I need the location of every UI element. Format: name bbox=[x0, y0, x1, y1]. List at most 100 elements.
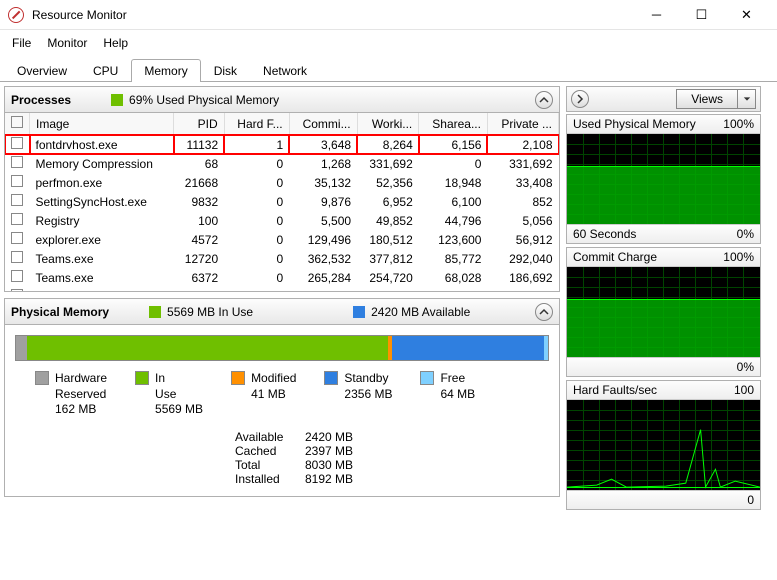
menu-help[interactable]: Help bbox=[95, 32, 136, 54]
chart-canvas bbox=[567, 400, 760, 490]
tab-cpu[interactable]: CPU bbox=[80, 59, 131, 82]
membar-segment bbox=[27, 336, 389, 360]
membar-segment bbox=[392, 336, 544, 360]
table-row[interactable]: Registry10005,50049,85244,7965,056 bbox=[5, 211, 559, 230]
row-checkbox[interactable] bbox=[11, 232, 23, 244]
table-cell: 123,600 bbox=[419, 230, 488, 249]
table-row[interactable]: fontdrvhost.exe1113213,6488,2646,1562,10… bbox=[5, 135, 559, 155]
table-cell: 56,912 bbox=[487, 230, 558, 249]
minimize-button[interactable]: ─ bbox=[634, 0, 679, 30]
table-cell: 0 bbox=[224, 211, 289, 230]
memory-legend: HardwareReserved162 MBInUse5569 MBModifi… bbox=[35, 371, 549, 418]
right-panel-header: Views bbox=[566, 86, 761, 112]
col-header[interactable]: Sharea... bbox=[419, 113, 488, 135]
table-row[interactable]: perfmon.exe21668035,13252,35618,94833,40… bbox=[5, 173, 559, 192]
stat-value: 8030 MB bbox=[305, 458, 353, 472]
row-checkbox[interactable] bbox=[11, 156, 23, 168]
col-header[interactable]: Commi... bbox=[289, 113, 357, 135]
table-row[interactable]: Teams.exe127200362,532377,81285,772292,0… bbox=[5, 249, 559, 268]
stat-label: Cached bbox=[235, 444, 305, 458]
physmem-panel: Physical Memory 5569 MB In Use 2420 MB A… bbox=[4, 298, 560, 497]
table-cell: 6,100 bbox=[419, 192, 488, 211]
col-header[interactable]: Image bbox=[30, 113, 174, 135]
app-icon bbox=[8, 7, 24, 23]
row-checkbox[interactable] bbox=[11, 175, 23, 187]
table-cell: 3,648 bbox=[289, 135, 357, 155]
processes-table: ImagePIDHard F...Commi...Worki...Sharea.… bbox=[5, 113, 559, 291]
legend-item: HardwareReserved162 MB bbox=[35, 371, 107, 418]
table-cell: 52,356 bbox=[357, 173, 419, 192]
chart-foot-left: 60 Seconds bbox=[573, 227, 636, 241]
table-cell: 4572 bbox=[174, 230, 225, 249]
row-checkbox[interactable] bbox=[11, 270, 23, 282]
stat-label: Total bbox=[235, 458, 305, 472]
table-cell: 13952 bbox=[174, 287, 225, 291]
legend-item: Free64 MB bbox=[420, 371, 475, 418]
tab-disk[interactable]: Disk bbox=[201, 59, 250, 82]
table-row[interactable]: SettingSyncHost.exe983209,8766,9526,1008… bbox=[5, 192, 559, 211]
table-cell: 1,268 bbox=[289, 154, 357, 173]
table-cell: 9,876 bbox=[289, 192, 357, 211]
membar-segment bbox=[544, 336, 548, 360]
tab-network[interactable]: Network bbox=[250, 59, 320, 82]
legend-label: HardwareReserved bbox=[55, 371, 107, 402]
table-cell: 5,500 bbox=[289, 211, 357, 230]
table-row[interactable]: Memory Compression6801,268331,6920331,69… bbox=[5, 154, 559, 173]
close-button[interactable]: ✕ bbox=[724, 0, 769, 30]
legend-swatch bbox=[35, 371, 49, 385]
table-cell: 8,264 bbox=[357, 135, 419, 155]
table-cell: 12720 bbox=[174, 249, 225, 268]
table-cell: 35,132 bbox=[289, 173, 357, 192]
tab-memory[interactable]: Memory bbox=[131, 59, 200, 82]
col-header[interactable]: Hard F... bbox=[224, 113, 289, 135]
col-header[interactable]: Worki... bbox=[357, 113, 419, 135]
mem-use-text: 69% Used Physical Memory bbox=[129, 93, 279, 107]
row-checkbox[interactable] bbox=[11, 289, 23, 291]
legend-item: Standby2356 MB bbox=[324, 371, 392, 418]
maximize-button[interactable]: ☐ bbox=[679, 0, 724, 30]
stat-row: Total8030 MB bbox=[235, 458, 549, 472]
collapse-processes-button[interactable] bbox=[535, 91, 553, 109]
table-cell: 254,720 bbox=[357, 268, 419, 287]
table-cell: 68,028 bbox=[419, 268, 488, 287]
legend-value: 2356 MB bbox=[344, 387, 392, 403]
chart-foot-right: 0% bbox=[737, 360, 754, 374]
row-checkbox[interactable] bbox=[11, 251, 23, 263]
legend-label: InUse bbox=[155, 371, 203, 402]
table-cell: 6,952 bbox=[357, 192, 419, 211]
table-row[interactable]: explorer.exe45720129,496180,512123,60056… bbox=[5, 230, 559, 249]
membar-segment bbox=[16, 336, 27, 360]
table-cell: 129,496 bbox=[289, 230, 357, 249]
table-cell: 85,772 bbox=[419, 249, 488, 268]
menu-file[interactable]: File bbox=[4, 32, 39, 54]
table-row[interactable]: Teams.exe63720265,284254,72068,028186,69… bbox=[5, 268, 559, 287]
table-row[interactable]: chrome.exe139520172,120224,92068,528156,… bbox=[5, 287, 559, 291]
chart-block: Used Physical Memory100%60 Seconds0% bbox=[566, 114, 761, 244]
table-cell: 377,812 bbox=[357, 249, 419, 268]
avail-text: 2420 MB Available bbox=[371, 305, 470, 319]
table-cell: 2,108 bbox=[487, 135, 558, 155]
table-cell: 156,392 bbox=[487, 287, 558, 291]
table-cell: explorer.exe bbox=[30, 230, 174, 249]
legend-value: 162 MB bbox=[55, 402, 107, 418]
views-button[interactable]: Views bbox=[676, 89, 738, 109]
table-cell: 0 bbox=[224, 154, 289, 173]
menu-monitor[interactable]: Monitor bbox=[39, 32, 95, 54]
window-title: Resource Monitor bbox=[32, 8, 634, 22]
table-cell: 224,920 bbox=[357, 287, 419, 291]
table-cell: Memory Compression bbox=[30, 154, 174, 173]
table-cell: 49,852 bbox=[357, 211, 419, 230]
expand-right-button[interactable] bbox=[571, 90, 589, 108]
row-checkbox[interactable] bbox=[11, 194, 23, 206]
col-header[interactable]: PID bbox=[174, 113, 225, 135]
tab-overview[interactable]: Overview bbox=[4, 59, 80, 82]
collapse-physmem-button[interactable] bbox=[535, 303, 553, 321]
row-checkbox[interactable] bbox=[11, 213, 23, 225]
physmem-title: Physical Memory bbox=[11, 305, 109, 319]
col-check[interactable] bbox=[5, 113, 30, 135]
processes-table-wrap[interactable]: ImagePIDHard F...Commi...Worki...Sharea.… bbox=[5, 113, 559, 291]
col-header[interactable]: Private ... bbox=[487, 113, 558, 135]
chart-block: Hard Faults/sec1000 bbox=[566, 380, 761, 510]
views-dropdown-button[interactable] bbox=[738, 89, 756, 109]
row-checkbox[interactable] bbox=[11, 137, 23, 149]
